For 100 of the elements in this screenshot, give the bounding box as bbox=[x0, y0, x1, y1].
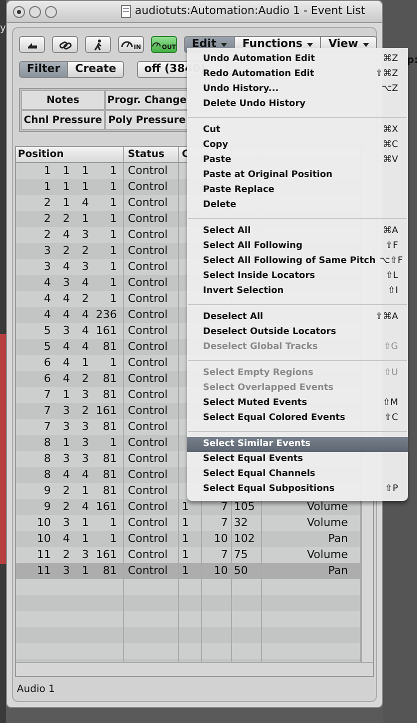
position-cell-text: 3 bbox=[80, 258, 89, 275]
position-cell-text: 4 bbox=[80, 338, 89, 355]
position-cell-text: 7 bbox=[42, 402, 51, 419]
position-cell-text: 1 bbox=[108, 530, 117, 547]
status-cell-text: Control bbox=[128, 386, 168, 403]
position-cell-text: 4 bbox=[62, 306, 70, 323]
position-cell-text: 236 bbox=[94, 306, 117, 323]
status-cell-text: Control bbox=[128, 498, 168, 515]
shortcut-label: ⇧U bbox=[384, 366, 398, 380]
position-cell-text: 1 bbox=[62, 178, 70, 195]
status-cell-text: Control bbox=[128, 242, 168, 259]
position-cell-text: 1 bbox=[108, 274, 117, 291]
shortcut-label: ⌘X bbox=[382, 124, 398, 137]
number-cell-text: 7 bbox=[220, 546, 228, 563]
shortcut-label: ⇧⌘A bbox=[375, 310, 398, 324]
position-cell-text: 7 bbox=[42, 418, 51, 435]
position-cell-text: 4 bbox=[80, 322, 89, 339]
value-cell-text: 50 bbox=[234, 562, 248, 579]
status-cell-text: Control bbox=[128, 163, 168, 179]
position-cell-text: 161 bbox=[94, 546, 117, 563]
position-cell-text: 9 bbox=[42, 498, 51, 515]
position-cell-text: 2 bbox=[62, 546, 70, 563]
shortcut-label: ⌘V bbox=[382, 154, 398, 167]
position-cell-text: 7 bbox=[42, 386, 51, 403]
position-cell-text: 3 bbox=[42, 242, 51, 259]
shortcut-label: ⇧C bbox=[384, 412, 398, 425]
shortcut-label: ⌥Z bbox=[381, 82, 398, 96]
position-cell-text: 81 bbox=[102, 386, 117, 403]
channel-cell-text: 1 bbox=[182, 562, 189, 579]
position-cell-text: 81 bbox=[102, 562, 117, 579]
position-cell-text: 1 bbox=[108, 226, 117, 243]
channel-cell-text: 1 bbox=[182, 530, 189, 547]
position-cell-text: 4 bbox=[80, 306, 89, 323]
position-cell-text: 4 bbox=[62, 226, 70, 243]
status-cell-text: Control bbox=[128, 418, 168, 435]
position-cell-text: 81 bbox=[102, 482, 117, 499]
value-cell-text: 32 bbox=[234, 514, 248, 531]
value-cell-text: 105 bbox=[234, 498, 255, 515]
position-cell-text: 5 bbox=[42, 322, 51, 339]
position-cell-text: 2 bbox=[62, 210, 70, 227]
status-cell-text: Control bbox=[128, 210, 168, 227]
position-cell-text: 1 bbox=[80, 514, 89, 531]
channel-cell-text: 1 bbox=[182, 546, 189, 563]
position-cell-text: 2 bbox=[62, 498, 70, 515]
channel-cell-text: 1 bbox=[182, 498, 189, 515]
position-cell-text: 161 bbox=[94, 402, 117, 419]
position-cell-text: 4 bbox=[80, 498, 89, 515]
position-cell-text: 2 bbox=[80, 290, 89, 307]
position-cell-text: 81 bbox=[102, 418, 117, 435]
shortcut-label: ⇧L bbox=[385, 270, 398, 283]
position-cell-text: 3 bbox=[80, 386, 89, 403]
position-cell-text: 6 bbox=[42, 354, 51, 371]
position-cell-text: 1 bbox=[80, 562, 89, 579]
position-cell-text: 81 bbox=[102, 338, 117, 355]
status-cell-text: Control bbox=[128, 258, 168, 275]
status-cell-text: Control bbox=[128, 450, 168, 467]
shortcut-label: ⇧P bbox=[385, 482, 398, 496]
position-cell-text: 4 bbox=[62, 530, 70, 547]
position-cell-text: 3 bbox=[80, 418, 89, 435]
status-cell-text: Control bbox=[128, 354, 168, 371]
position-cell-text: 1 bbox=[62, 163, 70, 179]
shortcut-label: ⇧F bbox=[385, 240, 398, 253]
status-cell-text: Control bbox=[128, 482, 168, 499]
position-cell-text: 2 bbox=[62, 242, 70, 259]
position-cell-text: 1 bbox=[108, 434, 117, 451]
position-cell-text: 3 bbox=[62, 514, 70, 531]
position-cell-text: 2 bbox=[80, 402, 89, 419]
info-cell-text: Pan bbox=[328, 562, 348, 579]
position-cell-text: 81 bbox=[102, 466, 117, 483]
info-cell-text: Volume bbox=[307, 498, 348, 515]
info-cell-text: Pan bbox=[328, 530, 348, 547]
value-cell-text: 75 bbox=[234, 546, 248, 563]
position-cell-text: 3 bbox=[62, 274, 70, 291]
position-cell-text: 9 bbox=[42, 482, 51, 499]
position-cell-text: 3 bbox=[80, 546, 89, 563]
position-cell-text: 10 bbox=[36, 530, 51, 547]
status-cell-text: Control bbox=[128, 434, 168, 451]
status-cell-text: Control bbox=[128, 306, 168, 323]
status-cell-text: Control bbox=[128, 194, 168, 211]
position-cell-text: 4 bbox=[42, 290, 51, 307]
position-cell-text: 4 bbox=[62, 354, 70, 371]
position-cell-text: 1 bbox=[108, 194, 117, 211]
position-cell-text: 3 bbox=[62, 322, 70, 339]
position-cell-text: 3 bbox=[62, 402, 70, 419]
position-cell-text: 1 bbox=[80, 530, 89, 547]
shortcut-label: ⌘C bbox=[382, 138, 398, 152]
position-cell-text: 3 bbox=[80, 226, 89, 243]
position-cell-text: 81 bbox=[102, 450, 117, 467]
position-cell-text: 10 bbox=[36, 514, 51, 531]
position-cell-text: 1 bbox=[108, 178, 117, 195]
position-cell-text: 161 bbox=[94, 322, 117, 339]
status-cell-text: Control bbox=[128, 562, 168, 579]
position-cell-text: 4 bbox=[62, 258, 70, 275]
status-cell-text: Control bbox=[128, 530, 168, 547]
position-cell-text: 8 bbox=[42, 466, 51, 483]
position-cell-text: 3 bbox=[42, 258, 51, 275]
status-cell-text: Control bbox=[128, 178, 168, 195]
position-cell-text: 4 bbox=[42, 306, 51, 323]
position-cell-text: 1 bbox=[108, 242, 117, 259]
position-cell-text: 3 bbox=[80, 450, 89, 467]
